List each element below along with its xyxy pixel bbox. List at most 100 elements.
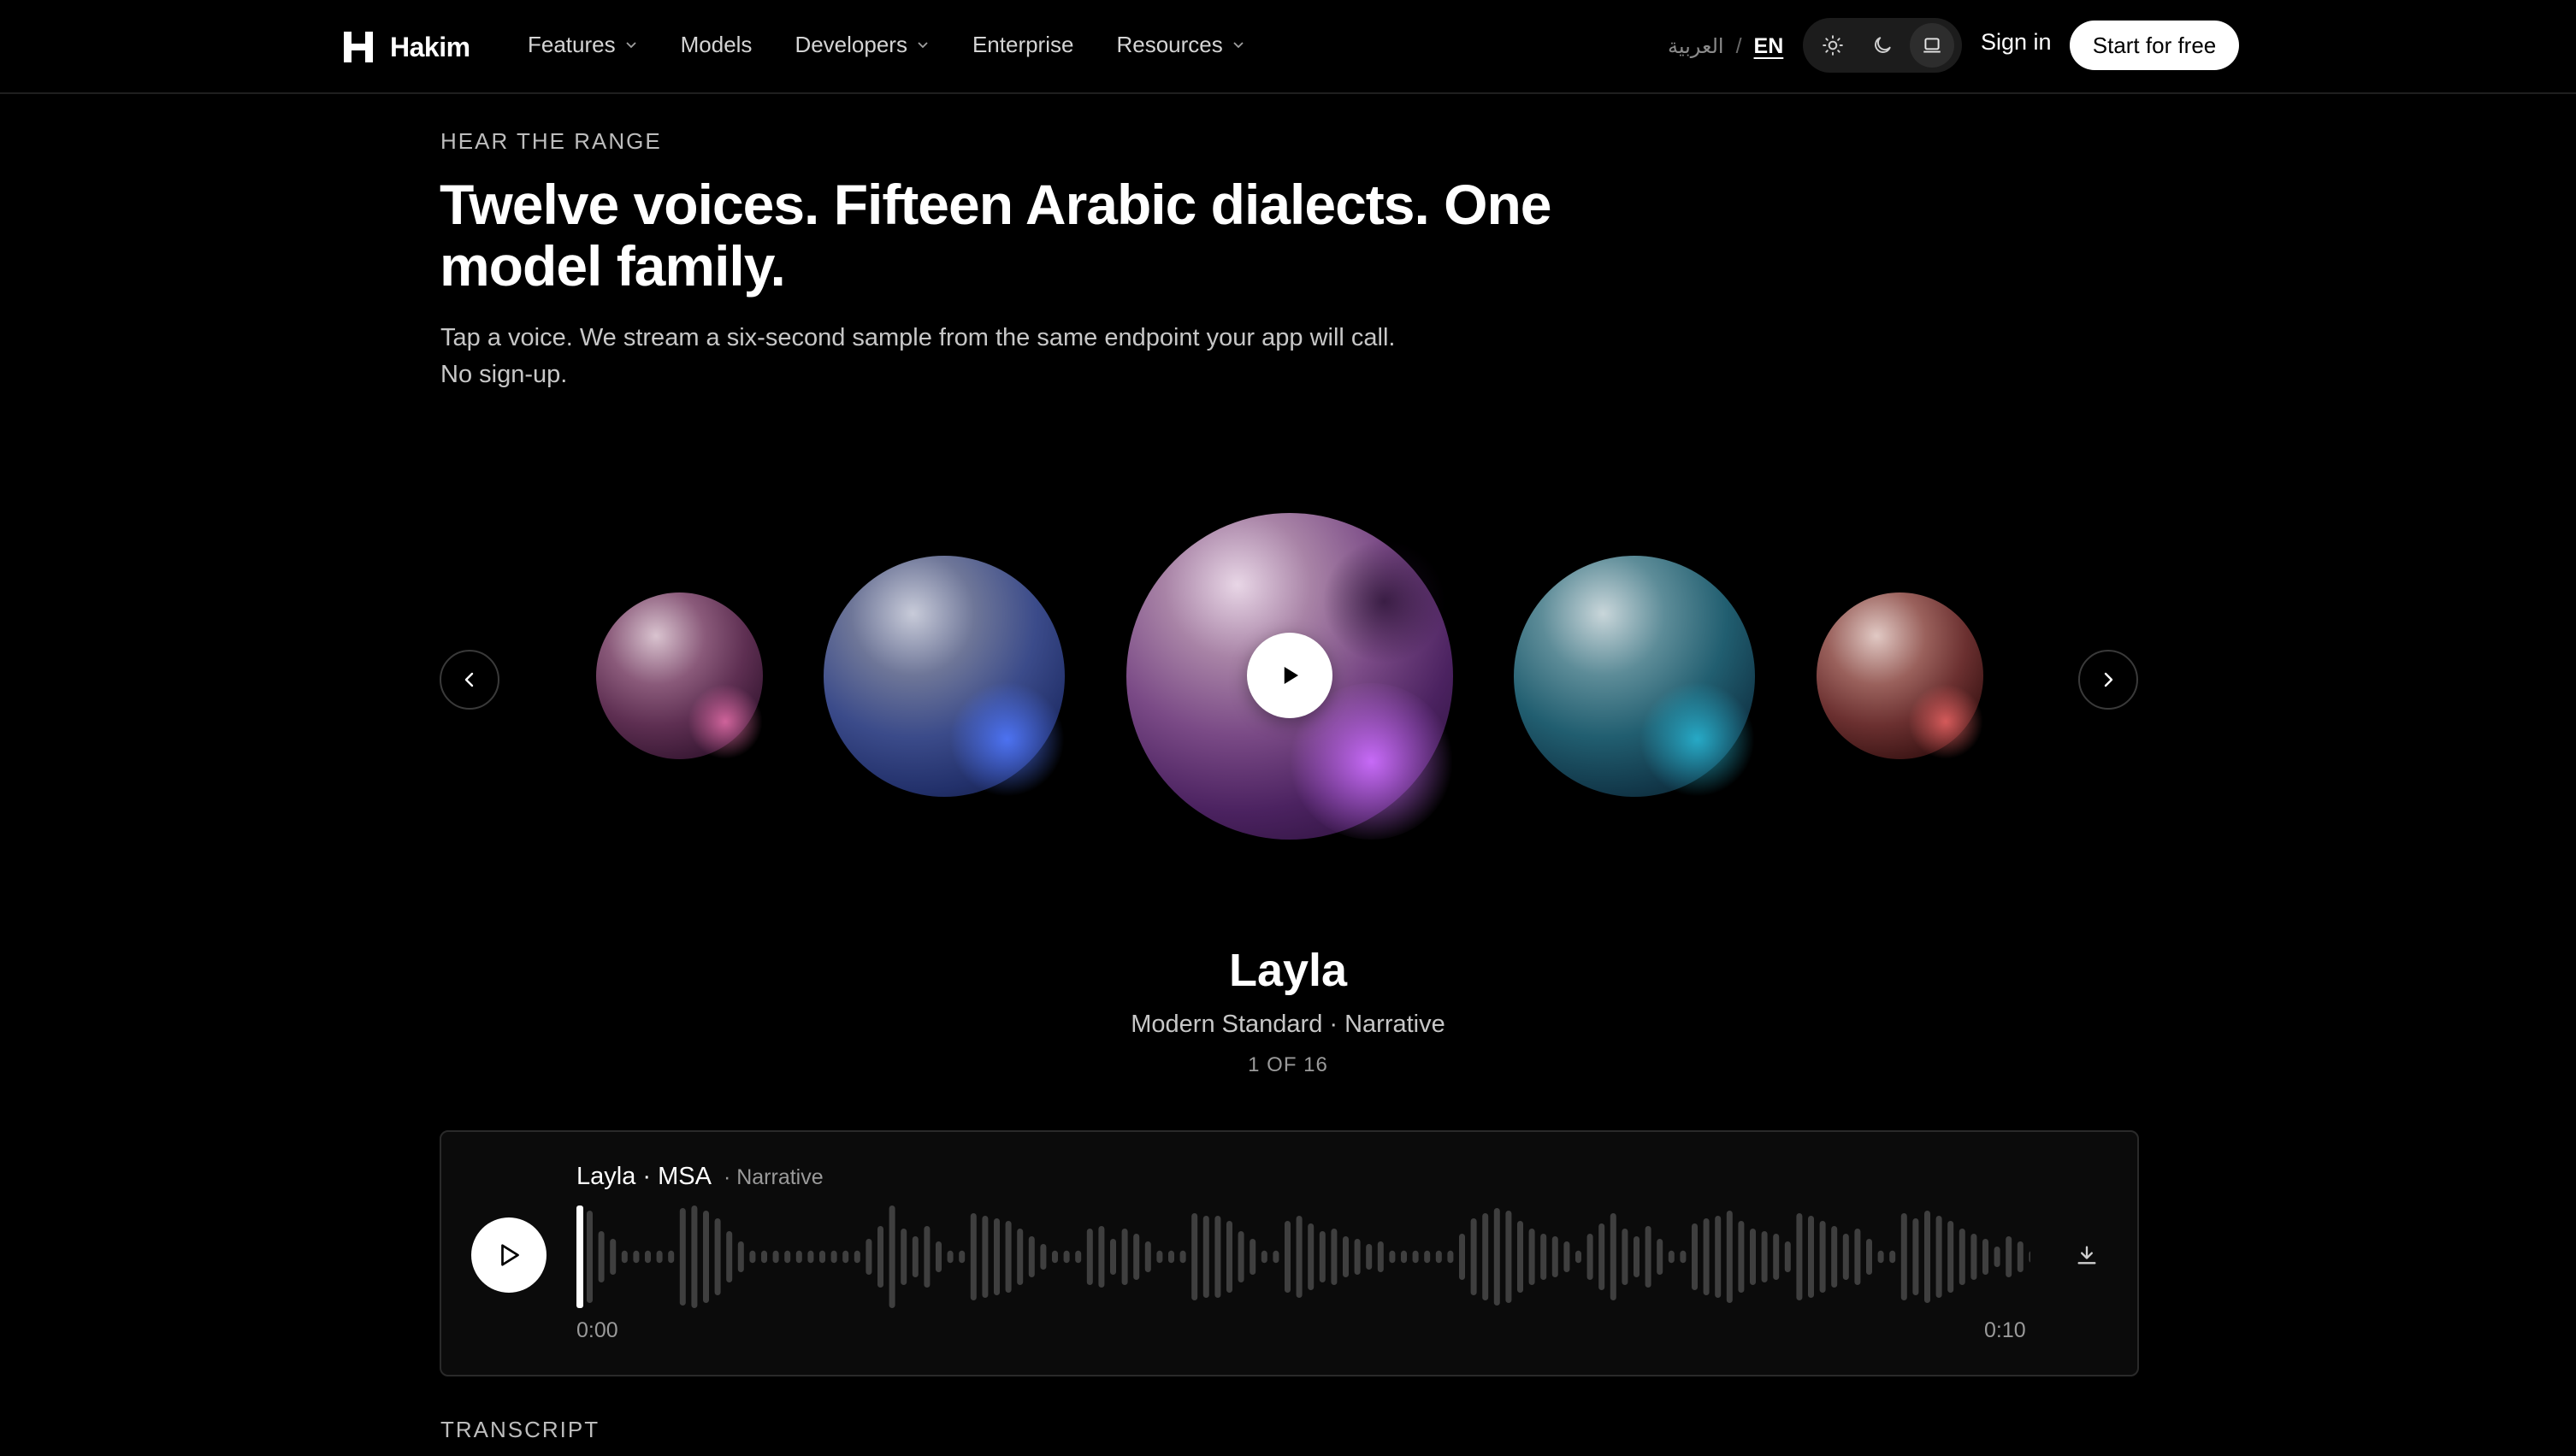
waveform-bar bbox=[1784, 1241, 1791, 1272]
hero-description: Tap a voice. We stream a six-second samp… bbox=[440, 320, 1552, 393]
waveform-bar bbox=[1005, 1221, 1012, 1293]
start-for-free-button[interactable]: Start for free bbox=[2070, 21, 2239, 70]
light-theme-button[interactable] bbox=[1811, 23, 1855, 68]
waveform-bar bbox=[1982, 1239, 1988, 1275]
waveform-bar bbox=[1912, 1218, 1919, 1295]
waveform-bar bbox=[1238, 1231, 1244, 1282]
waveform-bar bbox=[1715, 1216, 1722, 1298]
waveform-bar bbox=[1250, 1239, 1256, 1275]
waveform-bar bbox=[1435, 1250, 1442, 1264]
player-track-style: · Narrative bbox=[723, 1165, 824, 1189]
waveform-bar bbox=[1121, 1229, 1128, 1285]
waveform-bar bbox=[1226, 1221, 1232, 1293]
waveform-bar bbox=[854, 1250, 860, 1264]
moon-icon bbox=[1875, 37, 1891, 53]
voice-orb[interactable] bbox=[1514, 556, 1755, 797]
waveform-bar bbox=[737, 1241, 744, 1272]
waveform-bar bbox=[1563, 1241, 1570, 1272]
waveform-bar bbox=[2006, 1236, 2012, 1277]
voice-orb[interactable] bbox=[1817, 592, 1983, 759]
waveform-bar bbox=[912, 1236, 919, 1277]
waveform-bar bbox=[970, 1213, 977, 1300]
waveform-bar bbox=[1586, 1234, 1593, 1280]
waveform-bar bbox=[1808, 1216, 1814, 1298]
waveform-bar bbox=[1179, 1250, 1186, 1264]
waveform-bar bbox=[1947, 1221, 1954, 1293]
voice-counter: 1 OF 16 bbox=[1248, 1053, 1328, 1076]
waveform-bar bbox=[1389, 1250, 1396, 1264]
waveform-bar bbox=[1052, 1250, 1058, 1264]
waveform-bar bbox=[807, 1250, 814, 1264]
waveform-bar bbox=[889, 1205, 895, 1308]
language-switcher: العربية / EN bbox=[1668, 29, 1783, 63]
waveform-bar bbox=[645, 1250, 651, 1264]
waveform-bar bbox=[1017, 1229, 1024, 1285]
nav-item-developers[interactable]: Developers bbox=[795, 32, 930, 58]
waveform-bar bbox=[795, 1250, 802, 1264]
sign-in-link[interactable]: Sign in bbox=[1981, 29, 2052, 56]
waveform-bar bbox=[1959, 1229, 1965, 1285]
waveform-bar bbox=[1063, 1250, 1070, 1264]
waveform-bar bbox=[2029, 1251, 2030, 1263]
waveform-bar bbox=[1261, 1250, 1267, 1264]
carousel-next-button[interactable] bbox=[2078, 650, 2138, 710]
laptop-icon bbox=[1923, 38, 1941, 53]
waveform-bar bbox=[1424, 1250, 1431, 1264]
waveform-scrubber[interactable] bbox=[576, 1205, 2030, 1308]
waveform-bar bbox=[1098, 1226, 1105, 1288]
player-play-button[interactable] bbox=[471, 1217, 547, 1293]
waveform-bar bbox=[633, 1250, 640, 1264]
nav-item-label: Enterprise bbox=[972, 31, 1074, 57]
waveform-bar bbox=[1459, 1234, 1465, 1280]
waveform-bar bbox=[1877, 1250, 1884, 1264]
brand-logo[interactable]: Hakim bbox=[344, 26, 470, 68]
language-english-link[interactable]: EN bbox=[1754, 34, 1784, 59]
waveform-bar bbox=[1517, 1221, 1523, 1293]
download-button[interactable] bbox=[2068, 1236, 2106, 1274]
waveform-bar bbox=[1924, 1211, 1930, 1303]
waveform-bar bbox=[1470, 1218, 1477, 1295]
waveform-bar bbox=[784, 1250, 791, 1264]
waveform-bar bbox=[1377, 1241, 1384, 1272]
voice-orb[interactable] bbox=[596, 592, 763, 759]
waveform-bar bbox=[656, 1250, 663, 1264]
top-navigation: Hakim Features Models Developers Enterpr… bbox=[0, 0, 2576, 94]
voice-play-button[interactable] bbox=[1247, 633, 1332, 718]
nav-item-label: Features bbox=[528, 31, 616, 57]
waveform-bar bbox=[947, 1250, 954, 1264]
carousel-prev-button[interactable] bbox=[440, 650, 499, 710]
waveform-bar bbox=[1505, 1211, 1512, 1303]
waveform-bar bbox=[1133, 1234, 1140, 1280]
waveform-bar bbox=[1319, 1231, 1326, 1282]
waveform-bar bbox=[1040, 1244, 1047, 1270]
waveform-bar bbox=[1366, 1244, 1373, 1270]
current-time: 0:00 bbox=[576, 1318, 618, 1342]
waveform-bar bbox=[830, 1250, 837, 1264]
waveform-bar bbox=[1156, 1250, 1163, 1264]
waveform-bar bbox=[842, 1250, 849, 1264]
waveform-bar bbox=[714, 1218, 721, 1295]
waveform-bar bbox=[679, 1208, 686, 1306]
waveform-bar bbox=[1935, 1216, 1942, 1298]
voice-orb[interactable] bbox=[824, 556, 1065, 797]
nav-item-models[interactable]: Models bbox=[681, 32, 753, 58]
waveform-bar bbox=[1634, 1236, 1640, 1277]
system-theme-button[interactable] bbox=[1910, 23, 1954, 68]
transcript-label: TRANSCRIPT bbox=[440, 1417, 600, 1442]
waveform-bar bbox=[866, 1239, 872, 1275]
waveform-bar bbox=[726, 1231, 733, 1282]
waveform-bar bbox=[1028, 1236, 1035, 1277]
hero-description-line: No sign-up. bbox=[440, 361, 568, 388]
nav-item-resources[interactable]: Resources bbox=[1116, 32, 1244, 58]
waveform-bar bbox=[1703, 1218, 1710, 1295]
language-arabic-link[interactable]: العربية bbox=[1668, 34, 1724, 58]
waveform-bar bbox=[1657, 1239, 1663, 1275]
dark-theme-button[interactable] bbox=[1860, 23, 1905, 68]
waveform-bar bbox=[749, 1250, 756, 1264]
nav-item-enterprise[interactable]: Enterprise bbox=[972, 32, 1074, 58]
playhead[interactable] bbox=[576, 1205, 583, 1308]
page-title: Twelve voices. Fifteen Arabic dialects. … bbox=[440, 173, 1552, 298]
nav-item-features[interactable]: Features bbox=[528, 32, 638, 58]
nav-links: Features Models Developers Enterprise Re… bbox=[528, 26, 1288, 63]
waveform-bar bbox=[1168, 1250, 1174, 1264]
